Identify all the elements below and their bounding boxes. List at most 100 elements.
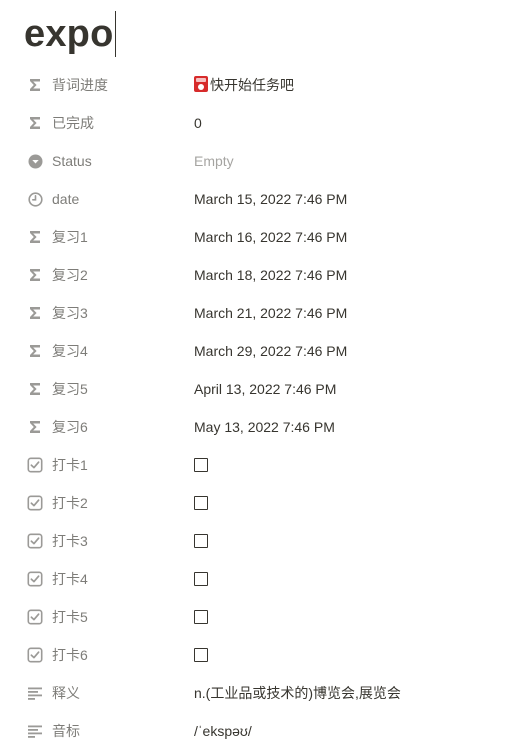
property-value — [194, 598, 505, 636]
property-label: 打卡3 — [52, 533, 88, 549]
property-row-checkin6: 打卡6 — [0, 636, 513, 674]
checkin-checkbox[interactable] — [194, 534, 208, 548]
sigma-icon — [26, 418, 44, 436]
property-value — [194, 636, 505, 674]
checkbox-icon — [26, 456, 44, 474]
property-value — [194, 522, 505, 560]
property-value[interactable]: n.(工业品或技术的)博览会,展览会 — [194, 674, 505, 712]
property-value[interactable]: March 15, 2022 7:46 PM — [194, 180, 505, 218]
property-name[interactable]: 复习1 — [26, 218, 186, 256]
checkin-checkbox[interactable] — [194, 610, 208, 624]
property-name[interactable]: 复习4 — [26, 332, 186, 370]
property-name[interactable]: 复习2 — [26, 256, 186, 294]
property-label: Status — [52, 153, 92, 169]
checkbox-icon — [26, 570, 44, 588]
sigma-icon — [26, 342, 44, 360]
property-row-phonetic: 音标 /ˈekspəʊ/ — [0, 712, 513, 750]
page-title[interactable]: expo — [24, 10, 114, 58]
property-value[interactable]: April 13, 2022 7:46 PM — [194, 370, 505, 408]
property-row-completed: 已完成 0 — [0, 104, 513, 142]
checkbox-icon — [26, 608, 44, 626]
property-label: 打卡6 — [52, 647, 88, 663]
property-label: 打卡1 — [52, 457, 88, 473]
property-row-date: date March 15, 2022 7:46 PM — [0, 180, 513, 218]
property-name[interactable]: 音标 — [26, 712, 186, 750]
checkin-checkbox[interactable] — [194, 648, 208, 662]
property-row-review5: 复习5 April 13, 2022 7:46 PM — [0, 370, 513, 408]
property-row-review1: 复习1 March 16, 2022 7:46 PM — [0, 218, 513, 256]
property-name[interactable]: 释义 — [26, 674, 186, 712]
property-label: 复习4 — [52, 343, 88, 359]
property-value[interactable]: March 18, 2022 7:46 PM — [194, 256, 505, 294]
property-value[interactable]: /ˈekspəʊ/ — [194, 712, 505, 750]
property-value-text: 快开始任务吧 — [210, 77, 294, 93]
property-row-review6: 复习6 May 13, 2022 7:46 PM — [0, 408, 513, 446]
property-name[interactable]: 复习3 — [26, 294, 186, 332]
sigma-icon — [26, 304, 44, 322]
property-value[interactable]: March 16, 2022 7:46 PM — [194, 218, 505, 256]
page-title-container[interactable]: expo — [24, 10, 116, 58]
checkbox-icon — [26, 646, 44, 664]
property-name[interactable]: 已完成 — [26, 104, 186, 142]
property-name[interactable]: 背词进度 — [26, 66, 186, 104]
property-name[interactable]: 打卡5 — [26, 598, 186, 636]
property-row-checkin5: 打卡5 — [0, 598, 513, 636]
property-label: 复习3 — [52, 305, 88, 321]
property-label: 已完成 — [52, 115, 94, 131]
notion-page: expo 背词进度 快开始任务吧 已完成 0 Status Empty date… — [0, 0, 513, 755]
sigma-icon — [26, 228, 44, 246]
property-name[interactable]: 打卡2 — [26, 484, 186, 522]
property-name[interactable]: 打卡6 — [26, 636, 186, 674]
property-value[interactable]: March 21, 2022 7:46 PM — [194, 294, 505, 332]
property-name[interactable]: 打卡1 — [26, 446, 186, 484]
property-value — [194, 484, 505, 522]
property-value[interactable]: March 29, 2022 7:46 PM — [194, 332, 505, 370]
property-value[interactable]: Empty — [194, 142, 505, 180]
checkin-checkbox[interactable] — [194, 496, 208, 510]
property-list: 背词进度 快开始任务吧 已完成 0 Status Empty date Marc… — [0, 66, 513, 750]
property-row-definition: 释义 n.(工业品或技术的)博览会,展览会 — [0, 674, 513, 712]
property-name[interactable]: date — [26, 180, 186, 218]
property-name[interactable]: 复习5 — [26, 370, 186, 408]
property-label: 复习1 — [52, 229, 88, 245]
checkbox-icon — [26, 532, 44, 550]
property-label: date — [52, 191, 80, 207]
text-cursor — [114, 11, 116, 57]
property-value — [194, 560, 505, 598]
property-label: 复习5 — [52, 381, 88, 397]
property-name[interactable]: 打卡4 — [26, 560, 186, 598]
checkin-checkbox[interactable] — [194, 458, 208, 472]
property-label: 复习2 — [52, 267, 88, 283]
property-name[interactable]: 打卡3 — [26, 522, 186, 560]
property-label: 打卡2 — [52, 495, 88, 511]
property-label: 释义 — [52, 685, 80, 701]
property-row-checkin4: 打卡4 — [0, 560, 513, 598]
sigma-icon — [26, 266, 44, 284]
clock-icon — [26, 190, 44, 208]
property-value[interactable]: 0 — [194, 104, 505, 142]
property-row-review2: 复习2 March 18, 2022 7:46 PM — [0, 256, 513, 294]
property-row-review4: 复习4 March 29, 2022 7:46 PM — [0, 332, 513, 370]
property-value[interactable]: 快开始任务吧 — [194, 66, 505, 104]
text-icon — [26, 722, 44, 740]
property-label: 打卡4 — [52, 571, 88, 587]
property-value[interactable]: May 13, 2022 7:46 PM — [194, 408, 505, 446]
property-name[interactable]: 复习6 — [26, 408, 186, 446]
property-label: 背词进度 — [52, 77, 108, 93]
property-row-checkin1: 打卡1 — [0, 446, 513, 484]
property-row-checkin2: 打卡2 — [0, 484, 513, 522]
property-name[interactable]: Status — [26, 142, 186, 180]
sigma-icon — [26, 76, 44, 94]
checkbox-icon — [26, 494, 44, 512]
property-row-review3: 复习3 March 21, 2022 7:46 PM — [0, 294, 513, 332]
text-icon — [26, 684, 44, 702]
sigma-icon — [26, 114, 44, 132]
status-icon — [26, 152, 44, 170]
property-label: 复习6 — [52, 419, 88, 435]
property-row-progress: 背词进度 快开始任务吧 — [0, 66, 513, 104]
property-label: 音标 — [52, 723, 80, 739]
property-value — [194, 446, 505, 484]
red-envelope-icon — [194, 76, 208, 92]
checkin-checkbox[interactable] — [194, 572, 208, 586]
sigma-icon — [26, 380, 44, 398]
